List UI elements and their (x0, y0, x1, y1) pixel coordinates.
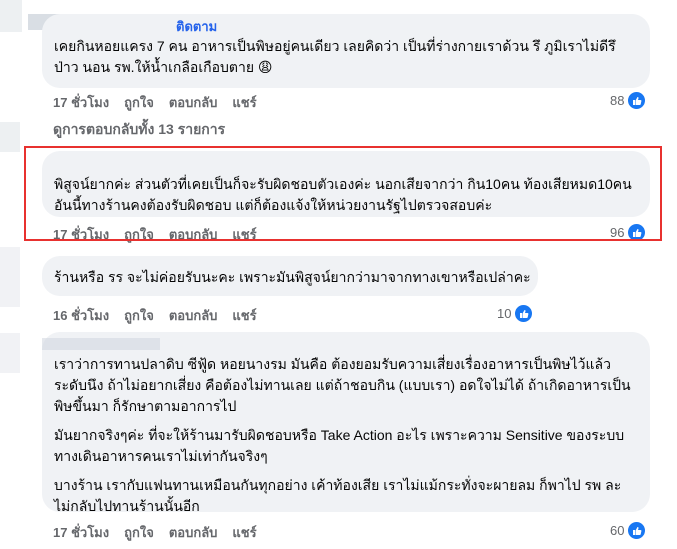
comment-bubble: ติดตาม เคยกินหอยแครง 7 คน อาหารเป็นพิษอย… (42, 14, 650, 88)
like-button[interactable]: ถูกใจ (124, 522, 154, 543)
thumbs-up-icon (513, 303, 535, 324)
comment-actions: 16 ชั่วโมง ถูกใจ ตอบกลับ แชร์ (53, 305, 257, 326)
like-button[interactable]: ถูกใจ (124, 305, 154, 326)
reaction-count[interactable]: 88 (610, 90, 648, 111)
comment-text: ร้านหรือ รร จะไม่ค่อยรับนะคะ เพราะมันพิส… (54, 269, 531, 285)
blurred-name (42, 338, 160, 350)
comment-text: เราว่าการทานปลาดิบ ซีฟู้ด หอยนางรม มันคื… (54, 356, 631, 414)
like-button[interactable]: ถูกใจ (124, 92, 154, 113)
comment-actions: 17 ชั่วโมง ถูกใจ ตอบกลับ แชร์ (53, 522, 257, 543)
like-button[interactable]: ถูกใจ (124, 224, 154, 245)
reaction-count[interactable]: 10 (497, 303, 535, 324)
blurred-avatar (0, 0, 22, 32)
comment-bubble: เราว่าการทานปลาดิบ ซีฟู้ด หอยนางรม มันคื… (42, 332, 650, 514)
share-button[interactable]: แชร์ (232, 305, 256, 326)
comment-time[interactable]: 17 ชั่วโมง (53, 224, 109, 245)
share-button[interactable]: แชร์ (232, 92, 256, 113)
comment-bubble: ร้านหรือ รร จะไม่ค่อยรับนะคะ เพราะมันพิส… (42, 256, 538, 296)
comment-time[interactable]: 17 ชั่วโมง (53, 522, 109, 543)
comment-text: มันยากจริงๆค่ะ ที่จะให้ร้านมารับผิดชอบหร… (54, 427, 625, 464)
reply-button[interactable]: ตอบกลับ (169, 92, 218, 113)
comment-actions: 17 ชั่วโมง ถูกใจ ตอบกลับ แชร์ (53, 224, 257, 245)
share-button[interactable]: แชร์ (232, 224, 256, 245)
follow-link[interactable]: ติดตาม (176, 19, 217, 34)
comment-text: เคยกินหอยแครง 7 คน อาหารเป็นพิษอยู่คนเดี… (54, 38, 616, 75)
comment-actions: 17 ชั่วโมง ถูกใจ ตอบกลับ แชร์ (53, 92, 257, 113)
comment-time[interactable]: 16 ชั่วโมง (53, 305, 109, 326)
view-replies-link[interactable]: ดูการตอบกลับทั้ง 13 รายการ (53, 119, 225, 141)
reply-button[interactable]: ตอบกลับ (169, 522, 218, 543)
comment-time[interactable]: 17 ชั่วโมง (53, 92, 109, 113)
reaction-count[interactable]: 60 (610, 520, 648, 541)
thumbs-up-icon (626, 222, 648, 243)
share-button[interactable]: แชร์ (232, 522, 256, 543)
thumbs-up-icon (626, 520, 648, 541)
reaction-count[interactable]: 96 (610, 222, 648, 243)
blurred-avatar (0, 122, 20, 152)
comment-text: พิสูจน์ยากค่ะ ส่วนตัวที่เคยเป็นก็จะรับผิ… (54, 176, 632, 213)
blurred-avatar (0, 247, 20, 307)
comment-bubble: พิสูจน์ยากค่ะ ส่วนตัวที่เคยเป็นก็จะรับผิ… (42, 151, 650, 217)
thumbs-up-icon (626, 90, 648, 111)
reply-button[interactable]: ตอบกลับ (169, 224, 218, 245)
reply-button[interactable]: ตอบกลับ (169, 305, 218, 326)
comment-text: บางร้าน เรากับแฟนทานเหมือนกันทุกอย่าง เค… (54, 477, 622, 514)
blurred-avatar (0, 333, 20, 373)
